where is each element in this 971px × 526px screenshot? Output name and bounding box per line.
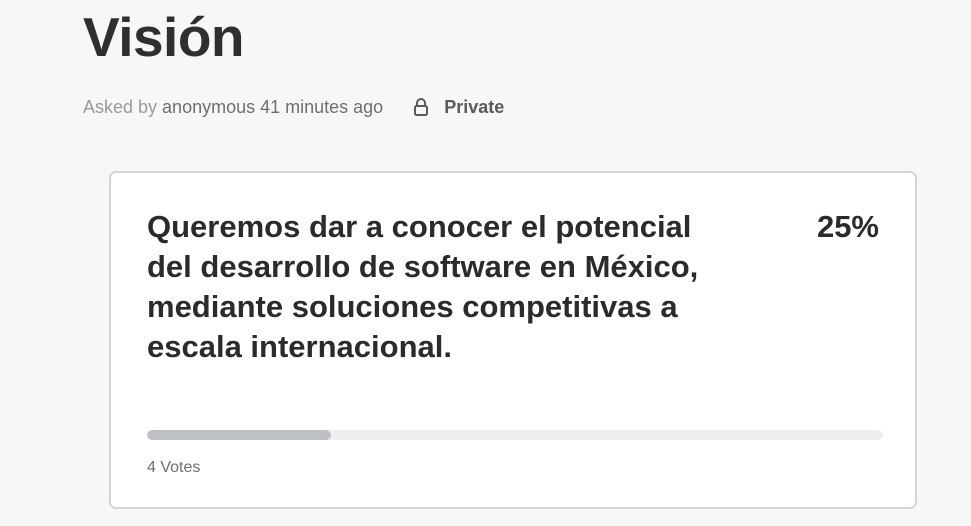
question-meta: Asked by anonymous 41 minutes ago Privat… bbox=[83, 95, 504, 119]
author-name[interactable]: anonymous bbox=[162, 97, 255, 118]
vote-progress-fill bbox=[147, 430, 331, 440]
vote-count: 4 Votes bbox=[147, 459, 201, 476]
privacy-status: Private bbox=[413, 97, 504, 118]
asked-by-label: Asked by bbox=[83, 96, 158, 117]
vote-progress-bar bbox=[147, 430, 883, 440]
poll-option-percent: 25% bbox=[816, 209, 879, 244]
lock-icon bbox=[413, 97, 429, 117]
timestamp: 41 minutes ago bbox=[260, 96, 384, 117]
page-title: Visión bbox=[83, 6, 245, 68]
page: Visión Asked by anonymous 41 minutes ago… bbox=[0, 0, 971, 526]
privacy-label: Private bbox=[444, 96, 505, 117]
poll-option-card[interactable]: Queremos dar a conocer el potencial del … bbox=[109, 171, 917, 509]
poll-option-text: Queremos dar a conocer el potencial del … bbox=[147, 209, 699, 364]
